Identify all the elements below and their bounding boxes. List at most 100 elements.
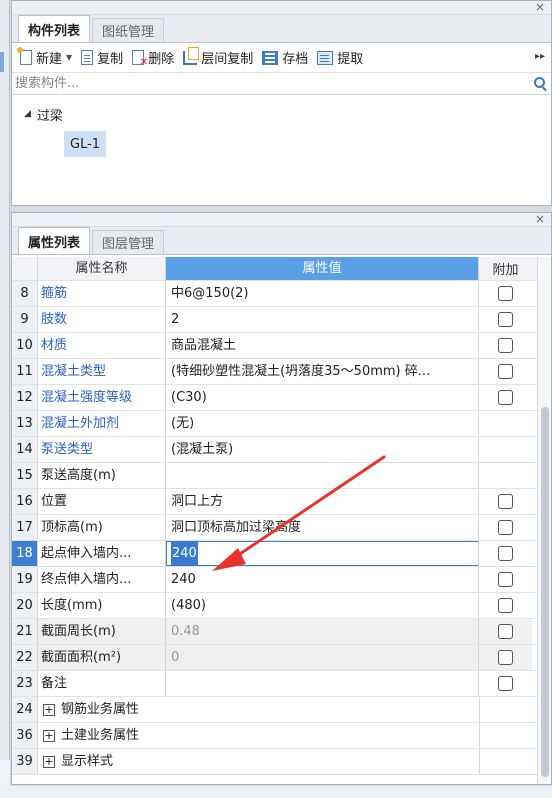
table-row[interactable]: 24 + 钢筋业务属性: [12, 697, 538, 723]
group-row-name[interactable]: + 显示样式: [38, 749, 479, 774]
table-row[interactable]: 15 泵送高度(m): [12, 463, 538, 489]
extra-cell: [479, 593, 532, 618]
tree-child-label: GL-1: [70, 136, 101, 152]
value-edit-field[interactable]: 240: [166, 541, 478, 566]
property-value[interactable]: 240: [166, 567, 479, 592]
delete-button[interactable]: 删除: [132, 48, 174, 68]
header-num: [12, 257, 38, 280]
table-row[interactable]: 36 + 土建业务属性: [12, 723, 538, 749]
expand-plus-icon[interactable]: +: [43, 729, 55, 742]
property-name: 截面周长(m): [38, 619, 166, 644]
table-row[interactable]: 20 长度(mm) (480): [12, 593, 538, 619]
extra-checkbox[interactable]: [498, 338, 513, 353]
property-name: 截面面积(m²): [38, 645, 166, 670]
new-label: 新建: [36, 52, 63, 67]
header-name[interactable]: 属性名称: [38, 257, 166, 280]
toolbar-overflow-icon[interactable]: ▸▸: [535, 51, 545, 62]
tree-node-gl1[interactable]: GL-1: [64, 131, 107, 157]
row-number: 14: [12, 437, 38, 462]
component-list-panel: × 构件列表 图纸管理 新建 ▼ 复制 删除 层间复制 存档 提取: [11, 0, 552, 206]
table-row[interactable]: 19 终点伸入墙内... 240: [12, 567, 538, 593]
save-label: 存档: [282, 52, 309, 67]
header-extra[interactable]: 附加: [479, 257, 532, 280]
extra-checkbox[interactable]: [498, 390, 513, 405]
panel-title-bar: ×: [12, 0, 551, 15]
table-row[interactable]: 21 截面周长(m) 0.48: [12, 619, 538, 645]
table-row[interactable]: 11 混凝土类型 (特细砂塑性混凝土(坍落度35～50mm) 碎...: [12, 359, 538, 385]
property-name: 位置: [38, 489, 166, 514]
extra-checkbox[interactable]: [498, 494, 513, 509]
table-row[interactable]: 39 + 显示样式: [12, 749, 538, 775]
new-button[interactable]: 新建 ▼: [17, 47, 72, 67]
group-row-name[interactable]: + 钢筋业务属性: [38, 697, 479, 722]
extra-checkbox[interactable]: [498, 598, 513, 613]
expand-plus-icon[interactable]: +: [43, 755, 55, 768]
tab-component-list[interactable]: 构件列表: [18, 15, 91, 42]
collapse-triangle-icon[interactable]: ◢: [24, 109, 31, 119]
extra-cell: [479, 463, 532, 488]
row-number: 16: [12, 489, 38, 514]
expand-plus-icon[interactable]: +: [43, 703, 55, 716]
property-value[interactable]: (特细砂塑性混凝土(坍落度35～50mm) 碎...: [166, 359, 479, 384]
close-icon[interactable]: ×: [535, 0, 545, 14]
search-icon[interactable]: [534, 77, 545, 88]
close-icon[interactable]: ×: [535, 212, 545, 226]
extra-checkbox[interactable]: [498, 520, 513, 535]
property-tabs: 属性列表 图层管理: [12, 227, 551, 255]
property-value[interactable]: 洞口顶标高加过梁高度: [166, 515, 479, 540]
tab-property-list[interactable]: 属性列表: [18, 227, 91, 254]
component-search: [12, 73, 551, 95]
property-name: 箍筋: [38, 281, 166, 306]
extra-checkbox[interactable]: [498, 624, 513, 639]
table-row[interactable]: 9 肢数 2: [12, 307, 538, 333]
property-value[interactable]: [166, 463, 479, 488]
extra-checkbox[interactable]: [498, 546, 513, 561]
table-row[interactable]: 17 顶标高(m) 洞口顶标高加过梁高度: [12, 515, 538, 541]
extra-cell: [479, 515, 532, 540]
property-value[interactable]: 中6@150(2): [166, 281, 479, 306]
property-name: 混凝土类型: [38, 359, 166, 384]
group-row-name[interactable]: + 土建业务属性: [38, 723, 479, 748]
copy-button[interactable]: 复制: [81, 48, 123, 67]
group-label: 显示样式: [61, 754, 114, 769]
layer-copy-button[interactable]: 层间复制: [183, 46, 253, 67]
scrollbar-thumb[interactable]: [541, 407, 549, 777]
property-value[interactable]: 240: [166, 541, 479, 566]
vertical-scrollbar[interactable]: [537, 257, 551, 784]
header-value[interactable]: 属性值: [166, 257, 479, 280]
row-number: 12: [12, 385, 38, 410]
table-row[interactable]: 13 混凝土外加剂 (无): [12, 411, 538, 437]
table-row[interactable]: 23 备注: [12, 671, 538, 697]
extra-checkbox[interactable]: [498, 676, 513, 691]
tree-node-lintel[interactable]: ◢ 过梁: [24, 103, 539, 125]
search-input[interactable]: [15, 76, 515, 91]
row-number: 8: [12, 281, 38, 306]
property-value[interactable]: (混凝土泵): [166, 437, 479, 462]
table-row[interactable]: 22 截面面积(m²) 0: [12, 645, 538, 671]
property-value[interactable]: (无): [166, 411, 479, 436]
property-value[interactable]: [166, 671, 479, 696]
property-value[interactable]: 2: [166, 307, 479, 332]
extra-checkbox[interactable]: [498, 650, 513, 665]
tab-drawing-management[interactable]: 图纸管理: [92, 18, 165, 42]
save-button[interactable]: 存档: [262, 48, 308, 67]
table-row[interactable]: 14 泵送类型 (混凝土泵): [12, 437, 538, 463]
tab-layer-management[interactable]: 图层管理: [92, 230, 165, 254]
extra-checkbox[interactable]: [498, 286, 513, 301]
table-row[interactable]: 16 位置 洞口上方: [12, 489, 538, 515]
fetch-button[interactable]: 提取: [317, 48, 363, 67]
table-row[interactable]: 18 起点伸入墙内... 240: [12, 541, 538, 567]
property-value[interactable]: 商品混凝土: [166, 333, 479, 358]
extra-checkbox[interactable]: [498, 312, 513, 327]
table-row[interactable]: 10 材质 商品混凝土: [12, 333, 538, 359]
property-name: 备注: [38, 671, 166, 696]
property-value[interactable]: (C30): [166, 385, 479, 410]
row-number: 23: [12, 671, 38, 696]
table-row[interactable]: 12 混凝土强度等级 (C30): [12, 385, 538, 411]
property-value[interactable]: (480): [166, 593, 479, 618]
chevron-down-icon[interactable]: ▼: [66, 53, 72, 62]
extra-checkbox[interactable]: [498, 572, 513, 587]
table-row[interactable]: 8 箍筋 中6@150(2): [12, 281, 538, 307]
extra-checkbox[interactable]: [498, 364, 513, 379]
property-value[interactable]: 洞口上方: [166, 489, 479, 514]
